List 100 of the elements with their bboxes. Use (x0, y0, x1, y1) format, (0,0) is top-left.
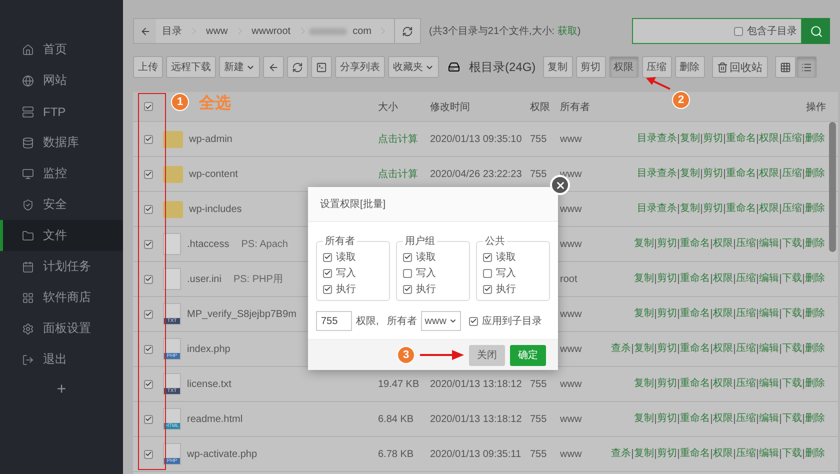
action-link[interactable]: 下载 (780, 414, 803, 424)
action-link[interactable]: 重命名 (724, 134, 757, 144)
action-link[interactable]: 压缩 (734, 309, 757, 319)
checkbox[interactable] (323, 252, 332, 262)
action-link[interactable]: 压缩 (734, 274, 757, 284)
action-link[interactable]: 目录查杀 (636, 204, 678, 214)
confirm-button[interactable]: 确定 (510, 344, 546, 366)
checkbox[interactable] (323, 284, 332, 294)
breadcrumb-item[interactable]: www (200, 26, 234, 36)
action-link[interactable]: 复制 (633, 309, 655, 319)
sidebar-item[interactable]: FTP (0, 96, 123, 127)
action-link[interactable]: 权限 (711, 239, 734, 249)
scrollbar[interactable] (829, 122, 836, 252)
action-link[interactable]: 剪切 (655, 239, 678, 249)
action-link[interactable]: 查杀 (610, 449, 632, 459)
action-link[interactable]: 权限 (711, 344, 734, 354)
action-link[interactable]: 下载 (780, 274, 803, 284)
toolbar-button[interactable]: 剪切 (576, 56, 606, 78)
action-link[interactable]: 压缩 (780, 169, 803, 179)
action-link[interactable]: 删除 (803, 414, 826, 424)
action-link[interactable]: 删除 (803, 169, 826, 179)
checkbox[interactable] (144, 102, 152, 111)
action-link[interactable]: 编辑 (757, 309, 780, 319)
file-name[interactable]: wp-admin (189, 134, 232, 144)
action-link[interactable]: 压缩 (780, 134, 803, 144)
action-link[interactable]: 权限 (757, 134, 780, 144)
sidebar-item[interactable]: 面板设置 (0, 313, 123, 344)
action-link[interactable]: 压缩 (780, 204, 803, 214)
owner-select[interactable]: www (420, 311, 461, 331)
toolbar-button[interactable]: 分享列表 (335, 56, 385, 78)
action-link[interactable]: 编辑 (757, 239, 780, 249)
checkbox[interactable] (144, 170, 152, 178)
dropdown-button[interactable]: 新建 (219, 56, 260, 78)
sidebar-item[interactable]: 首页 (0, 34, 123, 65)
action-link[interactable]: 剪切 (655, 414, 678, 424)
action-link[interactable]: 复制 (633, 239, 655, 249)
add-button[interactable]: + (0, 375, 123, 405)
action-link[interactable]: 下载 (780, 239, 803, 249)
action-link[interactable]: 剪切 (701, 134, 724, 144)
checkbox[interactable] (144, 274, 152, 284)
action-link[interactable]: 复制 (633, 414, 655, 424)
action-link[interactable]: 删除 (803, 449, 826, 459)
action-link[interactable]: 删除 (803, 309, 826, 319)
action-link[interactable]: 剪切 (655, 379, 678, 389)
action-link[interactable]: 编辑 (757, 379, 780, 389)
action-link[interactable]: 剪切 (701, 204, 724, 214)
action-link[interactable]: 删除 (803, 134, 826, 144)
breadcrumb-item[interactable]: com (346, 26, 378, 36)
checkbox[interactable] (483, 252, 492, 262)
action-link[interactable]: 下载 (780, 449, 803, 459)
calculate-link[interactable]: 点击计算 (378, 132, 430, 146)
action-link[interactable]: 复制 (633, 274, 655, 284)
action-link[interactable]: 权限 (711, 274, 734, 284)
action-link[interactable]: 权限 (711, 449, 734, 459)
action-link[interactable]: 编辑 (757, 344, 780, 354)
action-link[interactable]: 目录查杀 (636, 169, 678, 179)
action-link[interactable]: 下载 (780, 344, 803, 354)
action-link[interactable]: 剪切 (655, 274, 678, 284)
sidebar-item[interactable]: 网站 (0, 65, 123, 96)
checkbox[interactable] (144, 414, 152, 424)
file-name[interactable]: readme.html (187, 414, 243, 424)
refresh-button[interactable] (395, 18, 421, 44)
terminal-button[interactable] (311, 56, 332, 78)
action-link[interactable]: 剪切 (701, 169, 724, 179)
toolbar-button[interactable]: 远程下载 (166, 56, 216, 78)
action-link[interactable]: 重命名 (678, 344, 711, 354)
checkbox[interactable] (483, 268, 492, 278)
file-name[interactable]: wp-includes (189, 204, 242, 214)
action-link[interactable]: 剪切 (655, 449, 678, 459)
action-link[interactable]: 删除 (803, 204, 826, 214)
file-name[interactable]: wp-activate.php (187, 448, 258, 460)
checkbox[interactable] (734, 26, 743, 36)
sidebar-item[interactable]: 监控 (0, 158, 123, 189)
action-link[interactable]: 剪切 (655, 344, 678, 354)
file-name[interactable]: index.php (187, 344, 230, 354)
action-link[interactable]: 压缩 (734, 344, 757, 354)
checkbox[interactable] (144, 134, 152, 144)
action-link[interactable]: 目录查杀 (636, 134, 678, 144)
file-name[interactable]: MP_verify_S8jejbp7B9m (187, 308, 296, 320)
action-link[interactable]: 删除 (803, 239, 826, 249)
back-button[interactable] (263, 56, 284, 78)
recycle-bin-button[interactable]: 回收站 (712, 56, 768, 78)
action-link[interactable]: 压缩 (734, 239, 757, 249)
action-link[interactable]: 压缩 (734, 379, 757, 389)
toolbar-button[interactable]: 复制 (542, 56, 573, 78)
action-link[interactable]: 压缩 (734, 449, 757, 459)
checkbox[interactable] (403, 252, 412, 262)
toolbar-button[interactable]: 删除 (674, 56, 705, 78)
action-link[interactable]: 删除 (803, 274, 826, 284)
action-link[interactable]: 复制 (678, 134, 701, 144)
dropdown-button[interactable]: 收藏夹 (388, 56, 439, 78)
action-link[interactable]: 删除 (803, 379, 826, 389)
action-link[interactable]: 权限 (711, 379, 734, 389)
action-link[interactable]: 权限 (711, 309, 734, 319)
file-name[interactable]: license.txt (187, 378, 232, 390)
action-link[interactable]: 权限 (757, 204, 780, 214)
checkbox[interactable] (323, 268, 332, 278)
action-link[interactable]: 重命名 (678, 414, 711, 424)
action-link[interactable]: 复制 (633, 379, 655, 389)
sidebar-item[interactable]: 退出 (0, 344, 123, 375)
